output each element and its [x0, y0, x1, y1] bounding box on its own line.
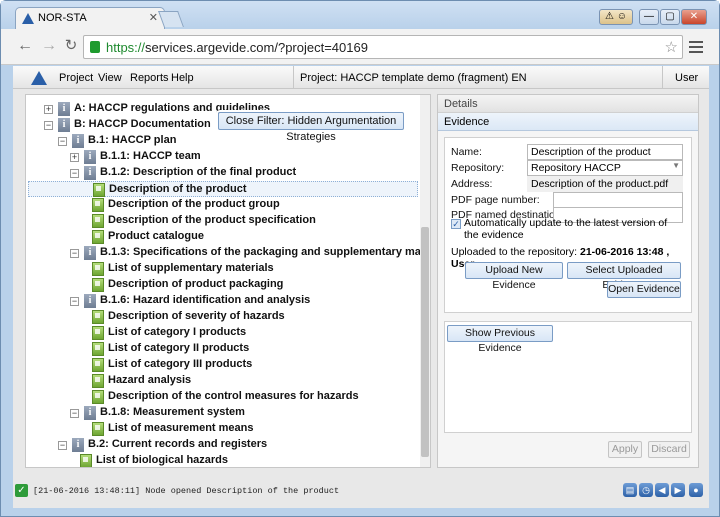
title-bar: NOR-STA ✕ ⚠ ☺ — ▢ ✕ — [1, 1, 719, 29]
address-value: Description of the product.pdf — [527, 176, 683, 192]
bookmark-star-icon[interactable]: ☆ — [665, 38, 678, 56]
next-icon[interactable]: ▶ — [671, 483, 685, 497]
auto-update-label: Automatically update to the latest versi… — [464, 217, 668, 241]
show-previous-evidence-button[interactable]: Show Previous Evidence — [447, 325, 553, 354]
maximize-button[interactable]: ▢ — [660, 9, 680, 25]
pdf-page-input[interactable] — [553, 192, 683, 208]
browser-toolbar: ← → ↻ https://services.argevide.com/?pro… — [1, 29, 719, 65]
norsta-logo-icon — [22, 13, 34, 24]
app-logo-icon — [31, 71, 47, 85]
select-uploaded-evidence-button[interactable]: Select Uploaded Evidence — [567, 262, 681, 291]
menu-help[interactable]: Help — [171, 72, 194, 84]
user-menu[interactable]: User — [675, 72, 698, 84]
name-label: Name: — [451, 146, 482, 158]
status-bar: ✓ [21-06-2016 13:48:11] Node opened Desc… — [13, 474, 709, 508]
apply-button[interactable]: Apply — [608, 441, 642, 458]
browser-window: NOR-STA ✕ ⚠ ☺ — ▢ ✕ ← → ↻ https://servic… — [0, 0, 720, 517]
app-menu-bar: Project View Reports Help Project: HACCP… — [13, 66, 709, 89]
open-evidence-button[interactable]: Open Evidence — [607, 281, 681, 298]
hamburger-menu-icon[interactable] — [689, 41, 703, 56]
auto-update-checkbox[interactable]: ✓ — [451, 219, 461, 229]
project-title: Project: HACCP template demo (fragment) … — [293, 66, 663, 89]
details-panel: Details Evidence Name: Description of th… — [437, 94, 699, 468]
evidence-header[interactable]: Evidence — [438, 113, 698, 131]
upload-new-evidence-button[interactable]: Upload New Evidence — [465, 262, 563, 291]
url-scheme: https:// — [106, 40, 146, 55]
repository-select[interactable]: Repository HACCP ▼ — [527, 160, 683, 176]
notes-icon[interactable]: ▤ — [623, 483, 637, 497]
name-field[interactable]: Description of the product — [527, 144, 683, 160]
uploaded-label: Uploaded to the repository: — [451, 246, 578, 258]
details-header[interactable]: Details — [438, 95, 698, 113]
menu-view[interactable]: View — [98, 72, 122, 84]
lock-icon — [90, 41, 100, 53]
pdf-page-label: PDF page number: — [451, 194, 540, 206]
close-filter-button[interactable]: Close Filter: Hidden Argumentation Strat… — [218, 112, 404, 143]
repository-label: Repository: — [451, 162, 505, 174]
previous-evidence-box: Show Previous Evidence — [444, 321, 692, 433]
reload-icon[interactable]: ↻ — [63, 38, 79, 54]
tree-scrollbar[interactable] — [420, 95, 430, 467]
browser-tab[interactable]: NOR-STA ✕ — [15, 7, 165, 29]
forward-arrow-icon[interactable]: → — [41, 38, 57, 54]
minimize-button[interactable]: — — [639, 9, 659, 25]
status-message: [21-06-2016 13:48:11] Node opened Descri… — [33, 486, 340, 496]
discard-button[interactable]: Discard — [648, 441, 690, 458]
evidence-form: Name: Description of the product Reposit… — [444, 137, 692, 313]
app-content: Project View Reports Help Project: HACCP… — [13, 66, 709, 508]
scrollbar-thumb[interactable] — [421, 227, 429, 457]
address-label: Address: — [451, 178, 493, 190]
tab-close-icon[interactable]: ✕ — [149, 11, 158, 24]
menu-reports[interactable]: Reports — [130, 72, 169, 84]
check-icon: ✓ — [15, 484, 28, 497]
previous-icon[interactable]: ◀ — [655, 483, 669, 497]
back-arrow-icon[interactable]: ← — [17, 38, 33, 54]
history-icon[interactable]: ◷ — [639, 483, 653, 497]
address-bar[interactable]: https://services.argevide.com/?project=4… — [83, 35, 683, 59]
user-icon[interactable]: ● — [689, 483, 703, 497]
close-window-button[interactable]: ✕ — [681, 9, 707, 25]
chevron-down-icon: ▼ — [672, 161, 680, 170]
tree-node-selected[interactable]: Description of the product — [28, 181, 418, 197]
repository-value: Repository HACCP — [531, 162, 621, 174]
argument-tree-panel: + i A: HACCP regulations and guidelines − i… — [25, 94, 431, 468]
url-text: services.argevide.com/?project=40169 — [145, 40, 368, 55]
extension-icons[interactable]: ⚠ ☺ — [599, 9, 633, 25]
tab-title: NOR-STA — [38, 12, 87, 24]
menu-project[interactable]: Project — [59, 72, 93, 84]
